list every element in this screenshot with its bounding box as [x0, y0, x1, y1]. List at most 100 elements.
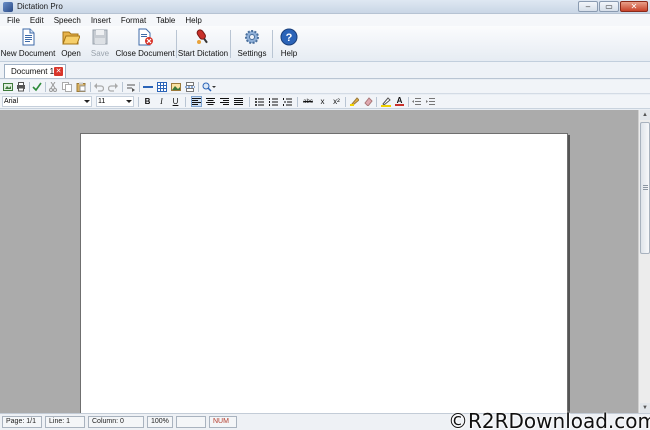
bold-button[interactable]: B [142, 96, 153, 107]
ribbon-label: Save [90, 49, 110, 58]
undo-icon[interactable] [94, 82, 105, 92]
justify-button[interactable] [233, 96, 244, 107]
paste-icon[interactable] [76, 82, 86, 92]
app-icon [3, 1, 13, 12]
font-color-button[interactable]: A [394, 96, 405, 107]
help-icon: ? [280, 28, 298, 46]
close-document-button[interactable]: Close Document [115, 28, 175, 60]
align-center-button[interactable] [205, 96, 216, 107]
cut-icon[interactable] [48, 81, 58, 92]
toolbar-separator [139, 82, 140, 92]
grip-line [643, 187, 648, 188]
align-left-button[interactable] [191, 96, 202, 107]
document-tab-strip: Document 1 ✕ [0, 62, 650, 79]
align-right-button[interactable] [219, 96, 230, 107]
horizontal-line-icon[interactable] [143, 82, 153, 92]
close-tab-icon[interactable]: ✕ [54, 67, 63, 76]
highlighter-icon [350, 97, 359, 106]
increase-indent-button[interactable] [425, 96, 436, 107]
grip-line [643, 185, 648, 186]
vertical-scrollbar[interactable]: ▲ ▼ [638, 110, 650, 413]
toolbar-separator [345, 97, 346, 107]
document-page[interactable] [80, 133, 568, 413]
justify-icon [234, 97, 243, 105]
highlight-button[interactable] [349, 96, 360, 107]
status-blank [176, 416, 206, 428]
toolbar-separator [185, 97, 186, 107]
zoom-icon[interactable] [202, 82, 216, 92]
insert-table-icon[interactable] [157, 82, 167, 92]
strikethrough-button[interactable]: abc [301, 96, 315, 107]
multilevel-list-button[interactable] [282, 96, 293, 107]
background-color-button[interactable] [380, 96, 391, 107]
decrease-indent-button[interactable] [411, 96, 422, 107]
document-workspace [0, 110, 638, 413]
tab-document-1[interactable]: Document 1 ✕ [4, 64, 66, 78]
toolbar-separator [45, 82, 46, 92]
page-break-icon[interactable] [185, 82, 195, 92]
open-button[interactable]: Open [58, 28, 84, 60]
find-replace-icon[interactable] [126, 82, 136, 92]
help-button[interactable]: ? Help [276, 28, 302, 60]
font-family-value: Arial [4, 98, 19, 105]
subscript-button[interactable]: x [317, 96, 328, 107]
save-button[interactable]: Save [88, 28, 112, 60]
ribbon-label: Start Dictation [177, 49, 229, 58]
scroll-thumb[interactable] [640, 122, 650, 254]
redo-icon[interactable] [107, 82, 118, 92]
chevron-down-icon [84, 100, 90, 103]
toolbar-separator [138, 97, 139, 107]
menu-edit[interactable]: Edit [30, 16, 44, 25]
bullet-list-icon [255, 97, 264, 106]
print-icon[interactable] [16, 82, 26, 92]
align-right-icon [220, 97, 229, 105]
minimize-button[interactable]: ‒ [578, 1, 598, 12]
menu-file[interactable]: File [7, 16, 20, 25]
status-line: Line: 1 [45, 416, 85, 428]
superscript-button[interactable]: x² [331, 96, 342, 107]
menu-speech[interactable]: Speech [54, 16, 81, 25]
insert-image-icon[interactable] [3, 82, 13, 92]
new-document-button[interactable]: New Document [1, 28, 55, 60]
underline-button[interactable]: U [170, 96, 181, 107]
ribbon-label: Close Document [115, 49, 175, 58]
font-family-select[interactable]: Arial [2, 96, 92, 107]
new-document-icon [19, 28, 37, 46]
status-zoom: 100% [147, 416, 173, 428]
status-column: Column: 0 [88, 416, 144, 428]
menu-table[interactable]: Table [156, 16, 175, 25]
folder-open-icon [62, 28, 80, 46]
menu-format[interactable]: Format [121, 16, 146, 25]
font-size-select[interactable]: 11 [96, 96, 134, 107]
outdent-icon [412, 97, 421, 105]
maximize-button[interactable]: ▭ [599, 1, 619, 12]
save-icon [91, 28, 109, 46]
italic-button[interactable]: I [156, 96, 167, 107]
close-document-icon [136, 28, 154, 46]
close-window-button[interactable]: ✕ [620, 1, 648, 12]
edit-toolbar [0, 80, 650, 94]
toolbar-separator [408, 97, 409, 107]
menu-bar: File Edit Speech Insert Format Table Hel… [0, 14, 650, 26]
ribbon-separator [272, 30, 273, 58]
ribbon-label: Settings [237, 49, 267, 58]
ribbon-separator [176, 30, 177, 58]
bullet-list-button[interactable] [254, 96, 265, 107]
spellcheck-icon[interactable] [32, 82, 42, 92]
ribbon-toolbar: New Document Open Save Close Document St… [0, 26, 650, 62]
menu-help[interactable]: Help [185, 16, 201, 25]
menu-insert[interactable]: Insert [91, 16, 111, 25]
ribbon-label: Open [61, 49, 81, 58]
settings-button[interactable]: Settings [236, 28, 268, 60]
copy-icon[interactable] [62, 82, 72, 92]
title-bar: Dictation Pro ‒ ▭ ✕ [0, 0, 650, 14]
align-left-icon [192, 97, 201, 105]
start-dictation-button[interactable]: Start Dictation [177, 28, 229, 60]
clear-format-button[interactable] [363, 96, 374, 107]
insert-picture-icon[interactable] [171, 82, 181, 92]
numbered-list-button[interactable] [268, 96, 279, 107]
ribbon-label: Help [280, 49, 298, 58]
align-center-icon [206, 97, 215, 105]
scroll-up-arrow[interactable]: ▲ [640, 110, 650, 120]
status-num-lock: NUM [209, 416, 237, 428]
